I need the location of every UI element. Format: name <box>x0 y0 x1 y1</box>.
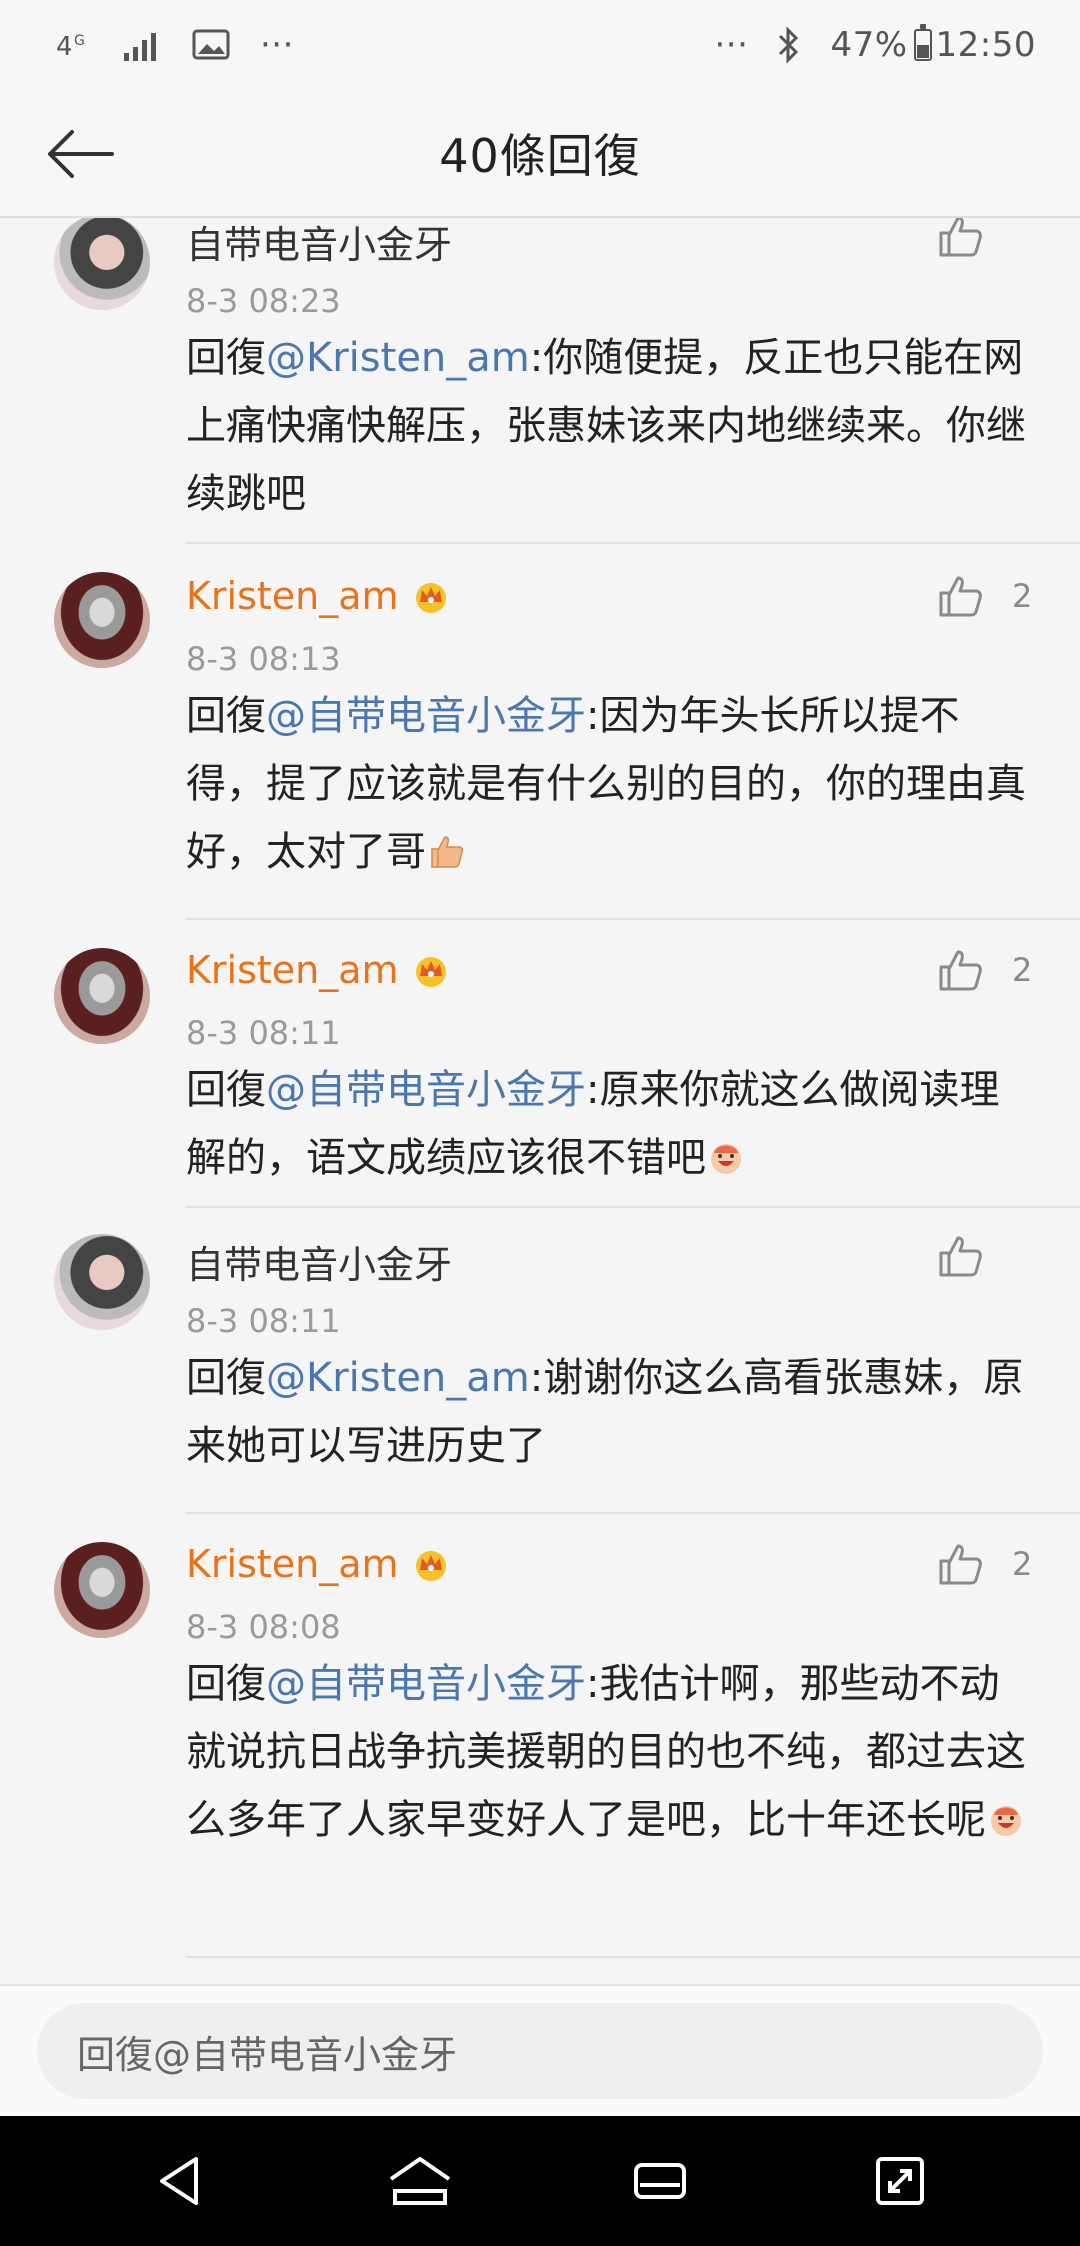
triangle-back-icon <box>160 2157 198 2205</box>
divider <box>186 1206 1080 1208</box>
comment-time: 8-3 08:13 <box>186 640 341 678</box>
reply-prefix: 回復 <box>186 1661 266 1707</box>
status-more-left: ··· <box>260 25 294 65</box>
author-name: 自带电音小金牙 <box>186 223 453 267</box>
divider <box>186 918 1080 920</box>
svg-text:4: 4 <box>56 32 73 62</box>
reply-bar: 回復@自带电音小金牙 <box>0 1984 1080 2116</box>
recents-icon <box>634 2163 686 2199</box>
screen: 4 G ··· ··· 47% 12:50 40條回復 自带电音小金牙 8-3 … <box>0 0 1080 2246</box>
back-button[interactable] <box>40 116 120 192</box>
nav-home-button[interactable] <box>360 2131 480 2231</box>
thumbs-up-icon <box>939 1236 982 1277</box>
divider <box>186 1956 1080 1958</box>
like-button[interactable] <box>938 1234 1012 1278</box>
navigation-bar <box>0 2116 1080 2246</box>
nav-back-button[interactable] <box>120 2131 240 2231</box>
avatar[interactable] <box>54 1542 150 1638</box>
comment-text: 回復@Kristen_am:你随便提，反正也只能在网上痛快痛快解压，张惠妹该来内… <box>186 324 1036 528</box>
status-left: 4 G ··· <box>54 25 294 65</box>
mention-link[interactable]: @自带电音小金牙 <box>266 1067 586 1113</box>
mention-link[interactable]: @Kristen_am <box>266 1355 530 1401</box>
comment-text: 回復@自带电音小金牙:我估计啊，那些动不动就说抗日战争抗美援朝的目的也不纯，都过… <box>186 1650 1036 1854</box>
bluetooth-icon <box>776 25 802 65</box>
laugh-emoji-icon <box>991 1806 1021 1836</box>
author-name: Kristen_am <box>186 948 399 992</box>
mention-link[interactable]: @自带电音小金牙 <box>266 1661 586 1707</box>
image-icon <box>192 28 232 62</box>
nav-recents-button[interactable] <box>600 2131 720 2231</box>
author-name: Kristen_am <box>186 574 399 618</box>
status-right: ··· 47% 12:50 <box>714 24 1037 65</box>
avatar[interactable] <box>54 218 150 310</box>
comment-time: 8-3 08:08 <box>186 1608 341 1646</box>
comment-time: 8-3 08:11 <box>186 1302 341 1340</box>
like-button[interactable]: 2 <box>938 1542 1032 1586</box>
reply-prefix: 回復 <box>186 693 266 739</box>
battery-icon <box>913 24 932 61</box>
author-name: 自带电音小金牙 <box>186 1243 453 1287</box>
thumbs-up-icon <box>939 576 982 617</box>
like-count: 2 <box>1012 951 1033 989</box>
comment-author[interactable]: Kristen_am <box>186 948 451 992</box>
like-count: 2 <box>1012 1545 1033 1583</box>
comment-text: 回復@Kristen_am:谢谢你这么高看张惠妹，原来她可以写进历史了 <box>186 1344 1036 1480</box>
mention-link[interactable]: @Kristen_am <box>266 335 530 381</box>
avatar[interactable] <box>54 948 150 1044</box>
battery-percent: 47% <box>830 25 908 65</box>
divider <box>186 1512 1080 1514</box>
svg-text:G: G <box>74 33 85 49</box>
reply-prefix: 回復 <box>186 1067 266 1113</box>
reply-input[interactable]: 回復@自带电音小金牙 <box>37 2003 1043 2099</box>
reply-prefix: 回復 <box>186 1355 266 1401</box>
expand-icon <box>876 2157 924 2205</box>
crown-icon <box>415 583 446 613</box>
comment-time: 8-3 08:11 <box>186 1014 341 1052</box>
like-button[interactable]: 2 <box>938 574 1032 618</box>
title-bar: 40條回復 <box>0 90 1080 218</box>
comment-author[interactable]: Kristen_am <box>186 574 451 618</box>
reply-prefix: 回復 <box>186 335 266 381</box>
clock: 12:50 <box>935 25 1036 65</box>
divider <box>186 542 1080 544</box>
status-bar: 4 G ··· ··· 47% 12:50 <box>0 0 1080 90</box>
nav-expand-button[interactable] <box>840 2131 960 2231</box>
crown-icon <box>415 957 446 987</box>
laugh-emoji-icon <box>711 1144 741 1174</box>
comment-list[interactable]: 自带电音小金牙 8-3 08:23 回復@Kristen_am:你随便提，反正也… <box>0 218 1080 1984</box>
author-name: Kristen_am <box>186 1542 399 1586</box>
comment-author[interactable]: Kristen_am <box>186 1542 451 1586</box>
like-count: 2 <box>1012 577 1033 615</box>
thumbs-up-icon <box>939 1544 982 1585</box>
like-button[interactable]: 2 <box>938 948 1032 992</box>
page-title: 40條回復 <box>439 129 641 183</box>
comment-author[interactable]: 自带电音小金牙 <box>186 1234 452 1289</box>
status-more-right: ··· <box>714 25 749 65</box>
thumbs-up-emoji-icon <box>431 836 464 868</box>
avatar[interactable] <box>54 1234 150 1330</box>
avatar[interactable] <box>54 572 150 668</box>
comment-text: 回復@自带电音小金牙:原来你就这么做阅读理解的，语文成绩应该很不错吧 <box>186 1056 1036 1192</box>
signal-icon <box>122 27 164 63</box>
battery-status: 47% 12:50 <box>830 24 1036 65</box>
thumbs-up-icon <box>939 950 982 991</box>
home-icon <box>389 2157 451 2205</box>
crown-icon <box>415 1551 446 1581</box>
like-button[interactable] <box>938 218 1012 258</box>
comment-author[interactable]: 自带电音小金牙 <box>186 218 452 269</box>
mention-link[interactable]: @自带电音小金牙 <box>266 693 586 739</box>
thumbs-up-icon <box>939 218 982 257</box>
comment-text: 回復@自带电音小金牙:因为年头长所以提不得，提了应该就是有什么别的目的，你的理由… <box>186 682 1036 886</box>
network-4g-icon: 4 G <box>54 25 94 65</box>
comment-time: 8-3 08:23 <box>186 282 341 320</box>
arrow-left-icon <box>48 130 114 178</box>
